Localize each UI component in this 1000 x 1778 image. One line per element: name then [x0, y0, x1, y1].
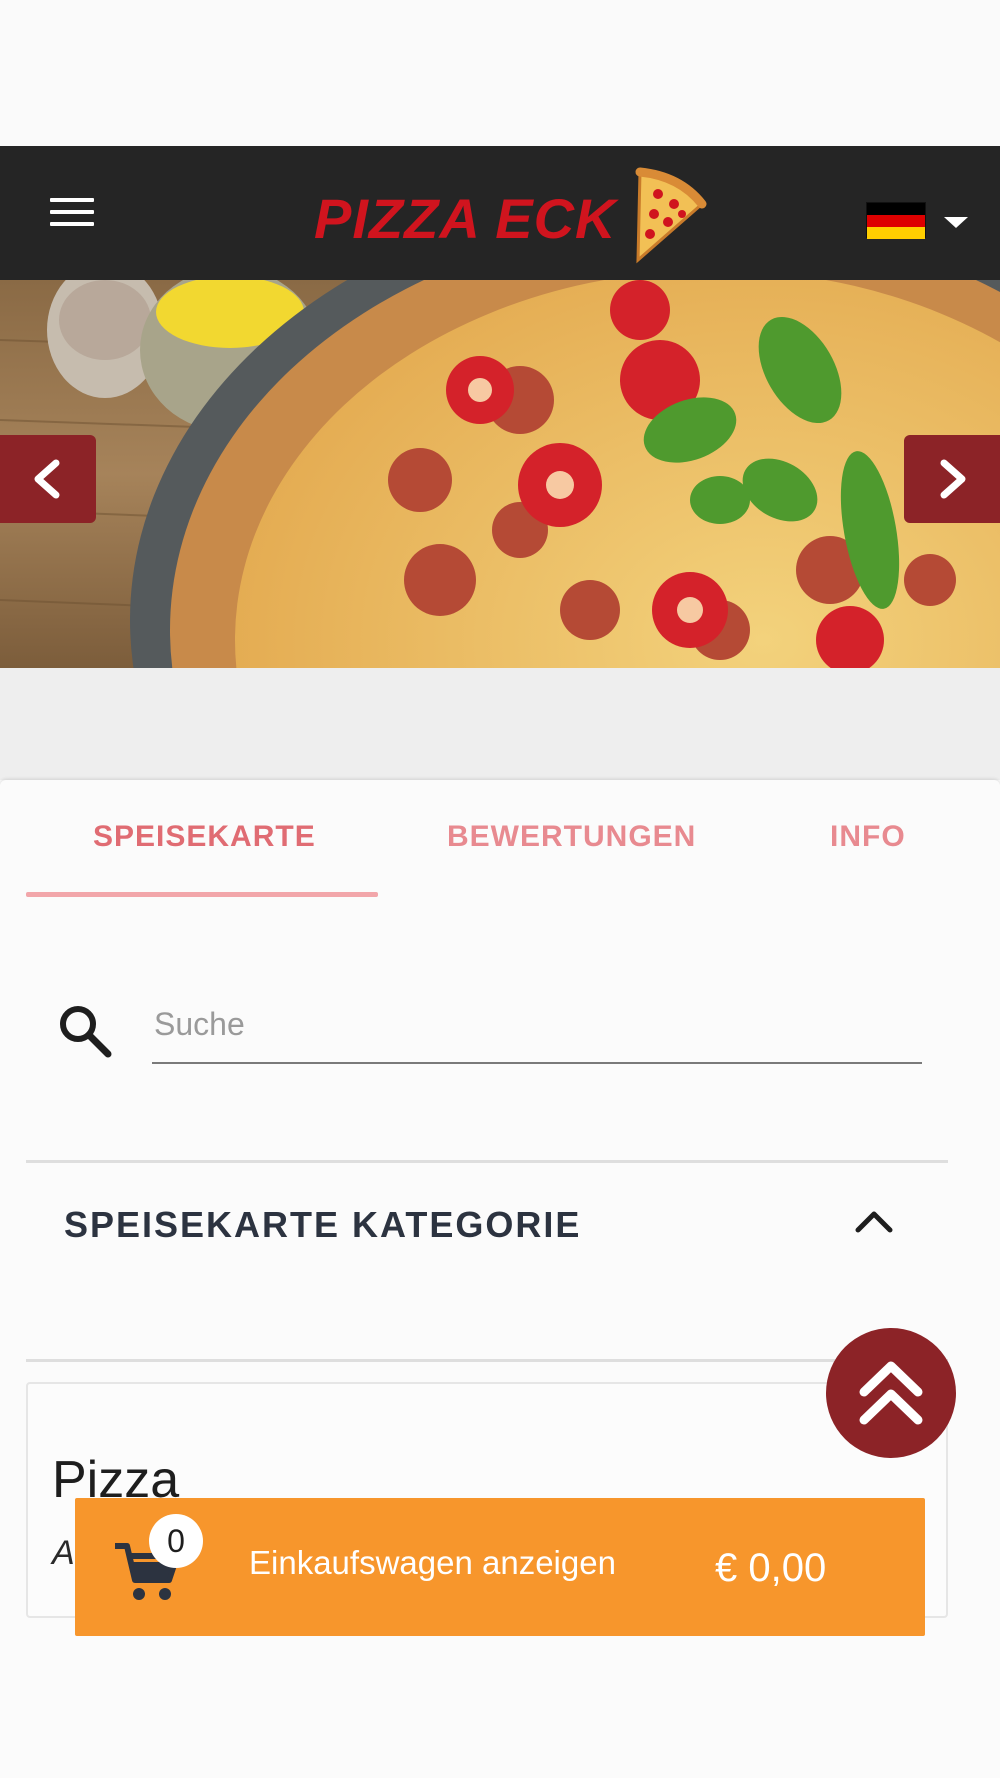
- category-title: SPEISEKARTE KATEGORIE: [64, 1204, 582, 1245]
- cart-total: € 0,00: [715, 1546, 827, 1590]
- status-bar-space: [0, 0, 1000, 146]
- top-navbar: PIZZA ECK: [0, 146, 1000, 280]
- menu-card: SPEISEKARTE BEWERTUNGEN INFO SPEISEKARTE…: [0, 780, 1000, 1778]
- language-selector[interactable]: [866, 202, 972, 242]
- german-flag-icon: [866, 202, 926, 239]
- chevron-left-icon: [34, 459, 60, 499]
- tab-info[interactable]: INFO: [830, 820, 906, 854]
- tab-bewertungen[interactable]: BEWERTUNGEN: [447, 820, 696, 854]
- divider: [26, 1359, 948, 1362]
- tab-speisekarte[interactable]: SPEISEKARTE: [93, 820, 316, 854]
- search-icon[interactable]: [58, 1004, 112, 1058]
- logo-text: PIZZA ECK: [314, 187, 617, 250]
- cart-label: Einkaufswagen anzeigen: [249, 1544, 616, 1581]
- carousel-next-button[interactable]: [904, 435, 1000, 523]
- chevron-right-icon: [940, 459, 966, 499]
- hero-carousel: [0, 280, 1000, 668]
- chevron-up-icon: [855, 1211, 893, 1233]
- scroll-to-top-button[interactable]: [826, 1328, 956, 1458]
- caret-down-icon: [944, 217, 968, 228]
- carousel-prev-button[interactable]: [0, 435, 96, 523]
- page: PIZZA ECK SPEISEKARTE BEWERTUNGEN INFO S…: [0, 0, 1000, 1778]
- menu-icon[interactable]: [50, 198, 96, 230]
- category-accordion-header[interactable]: SPEISEKARTE KATEGORIE: [26, 1160, 948, 1280]
- pizza-slice-icon: [635, 167, 707, 264]
- cart-count-badge: 0: [149, 1514, 203, 1568]
- active-tab-indicator: [26, 892, 378, 897]
- view-cart-button[interactable]: 0 Einkaufswagen anzeigen € 0,00: [75, 1498, 925, 1636]
- section-subtitle: A: [52, 1534, 75, 1572]
- spacer-band: [0, 668, 1000, 780]
- double-chevron-up-icon: [859, 1361, 923, 1425]
- pizza-banner-image: [0, 280, 1000, 668]
- pizza-eck-logo[interactable]: PIZZA ECK: [310, 164, 710, 264]
- search-input[interactable]: [152, 986, 922, 1064]
